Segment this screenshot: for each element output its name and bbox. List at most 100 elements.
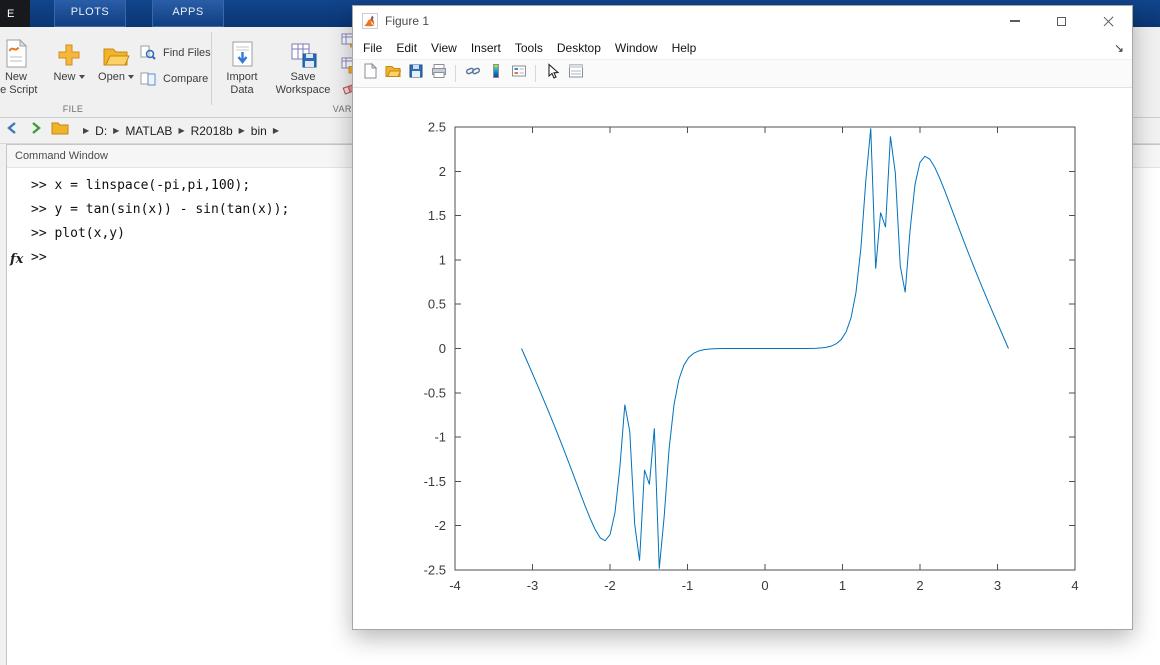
toolbar-separator: [455, 65, 456, 82]
open-label: Open: [98, 71, 134, 84]
figure-menubar: File Edit View Insert Tools Desktop Wind…: [353, 36, 1132, 60]
dropdown-caret-icon: [78, 75, 85, 80]
x-tick-label: -1: [682, 578, 694, 593]
menu-desktop[interactable]: Desktop: [550, 39, 608, 57]
y-tick-label: -1: [434, 430, 446, 445]
menu-view[interactable]: View: [424, 39, 464, 57]
fx-indicator: fx: [10, 252, 24, 267]
y-tick-label: -0.5: [424, 385, 446, 400]
find-files-button[interactable]: Find Files: [140, 43, 211, 63]
close-button[interactable]: [1085, 6, 1132, 36]
find-files-icon: [140, 45, 159, 61]
y-tick-label: 1: [439, 252, 446, 267]
new-label: New: [53, 71, 85, 84]
property-inspector-button[interactable]: [564, 62, 587, 85]
save-figure-icon: [408, 63, 424, 84]
x-tick-label: 2: [916, 578, 923, 593]
edit-plot-button[interactable]: [541, 62, 564, 85]
file-section-label: FILE: [62, 104, 84, 114]
breadcrumb-separator-icon: ▶: [178, 126, 185, 135]
tab-home-partial[interactable]: E: [0, 0, 30, 27]
compare-label: Compare: [163, 73, 209, 85]
open-folder-icon: [102, 32, 130, 68]
menu-insert[interactable]: Insert: [464, 39, 508, 57]
print-figure-icon: [431, 63, 447, 84]
browse-for-folder-button[interactable]: [48, 120, 72, 142]
x-tick-label: 4: [1071, 578, 1078, 593]
link-plot-button[interactable]: [461, 62, 484, 85]
minimize-button[interactable]: [991, 6, 1038, 36]
menu-help[interactable]: Help: [665, 39, 704, 57]
breadcrumb-separator-icon: ▶: [272, 126, 279, 135]
plot-svg[interactable]: -4 -3 -2 -1 0 1 2 3 4 -2.5 -2 -1.5 -1 -0.5 0 0.5 1 1.5 2 2.…: [353, 88, 1132, 629]
import-data-icon: [230, 32, 255, 68]
matlab-figure-icon: [362, 13, 378, 29]
import-data-label-1: Import: [226, 71, 258, 83]
new-live-script-icon: [5, 32, 27, 68]
dock-figure-button[interactable]: ↘: [1114, 41, 1124, 55]
edit-plot-cursor-icon: [545, 63, 561, 84]
new-button[interactable]: New: [47, 32, 91, 104]
x-tick-label: -3: [527, 578, 539, 593]
x-tick-label: 3: [994, 578, 1001, 593]
dropdown-caret-icon: [127, 75, 134, 80]
open-file-button[interactable]: [381, 62, 404, 85]
tab-plots[interactable]: PLOTS: [54, 0, 126, 27]
breadcrumb-segment-r2018b[interactable]: R2018b: [188, 123, 236, 139]
forward-button[interactable]: [24, 120, 48, 142]
x-tick-label: 1: [839, 578, 846, 593]
menu-window[interactable]: Window: [608, 39, 665, 57]
breadcrumb-segment-matlab[interactable]: MATLAB: [122, 123, 175, 139]
y-tick-label: 0: [439, 341, 446, 356]
new-live-script-button[interactable]: New ve Script: [0, 32, 48, 104]
breadcrumb-segment-drive[interactable]: D:: [92, 123, 110, 139]
breadcrumb-separator-icon: ▶: [238, 126, 245, 135]
import-data-button[interactable]: Import Data: [216, 32, 268, 104]
insert-colorbar-button[interactable]: [484, 62, 507, 85]
figure-titlebar[interactable]: Figure 1: [353, 6, 1132, 36]
forward-icon: [28, 120, 44, 141]
breadcrumb-segment-bin[interactable]: bin: [248, 123, 270, 139]
tab-apps[interactable]: APPS: [152, 0, 224, 27]
section-separator: [211, 32, 212, 105]
menu-edit[interactable]: Edit: [389, 39, 424, 57]
new-figure-icon: [362, 62, 378, 84]
open-button[interactable]: Open: [93, 32, 139, 104]
save-workspace-button[interactable]: Save Workspace: [270, 32, 336, 104]
menu-tools[interactable]: Tools: [508, 39, 550, 57]
new-live-script-label-2: ve Script: [0, 84, 38, 96]
figure-body: -4 -3 -2 -1 0 1 2 3 4 -2.5 -2 -1.5 -1 -0.5 0 0.5 1 1.5 2 2.…: [353, 88, 1132, 629]
open-file-icon: [385, 63, 401, 84]
minimize-icon: [1009, 20, 1020, 22]
figure-window: Figure 1 File Edit View Insert Tools Des…: [352, 5, 1133, 630]
x-tick-label: -4: [449, 578, 461, 593]
link-plot-icon: [465, 63, 481, 84]
command-window-title: Command Window: [15, 150, 108, 162]
find-files-label: Find Files: [163, 47, 211, 59]
insert-colorbar-icon: [488, 63, 504, 84]
close-icon: [1102, 15, 1115, 28]
y-tick-label: -2: [434, 518, 446, 533]
window-controls: [991, 6, 1132, 36]
y-tick-label: 2: [439, 164, 446, 179]
import-data-label-2: Data: [230, 84, 254, 96]
new-live-script-label-1: New: [4, 71, 27, 83]
save-workspace-label-1: Save: [290, 71, 316, 83]
maximize-button[interactable]: [1038, 6, 1085, 36]
y-tick-label: 2.5: [428, 120, 446, 135]
insert-legend-button[interactable]: [507, 62, 530, 85]
browse-for-folder-icon: [51, 120, 69, 141]
compare-button[interactable]: Compare: [140, 69, 208, 89]
print-figure-button[interactable]: [427, 62, 450, 85]
figure-title: Figure 1: [385, 14, 430, 28]
save-figure-button[interactable]: [404, 62, 427, 85]
dock-arrow-icon: ↘: [1113, 40, 1124, 55]
y-tick-label: 0.5: [428, 297, 446, 312]
back-button[interactable]: [0, 120, 24, 142]
new-plus-icon: [56, 32, 82, 68]
new-figure-button[interactable]: [358, 62, 381, 85]
y-tick-label: -2.5: [424, 563, 446, 578]
menu-file[interactable]: File: [356, 39, 389, 57]
breadcrumb-separator-icon: ▶: [83, 126, 90, 135]
maximize-icon: [1057, 16, 1066, 26]
